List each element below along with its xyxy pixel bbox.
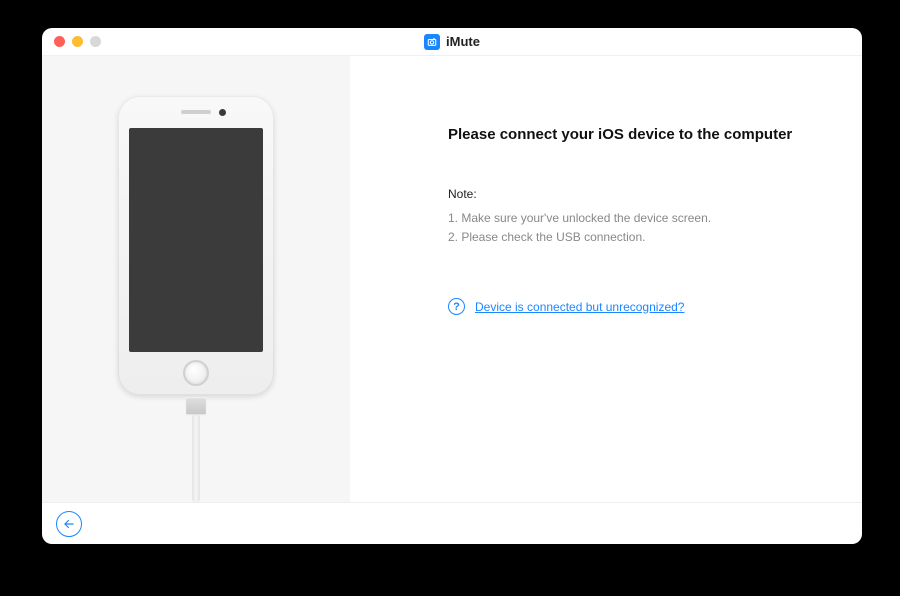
app-window: iMute Please connect your iOS device to … <box>42 28 862 544</box>
minimize-window-button[interactable] <box>72 36 83 47</box>
title-center: iMute <box>42 34 862 50</box>
device-illustration-panel <box>42 56 350 502</box>
phone-speaker-icon <box>181 110 211 114</box>
help-row: ? Device is connected but unrecognized? <box>448 298 822 315</box>
note-item-2: 2. Please check the USB connection. <box>448 228 822 247</box>
phone-camera-icon <box>219 109 226 116</box>
note-label: Note: <box>448 187 822 201</box>
arrow-left-icon <box>62 517 76 531</box>
device-unrecognized-link[interactable]: Device is connected but unrecognized? <box>475 300 684 314</box>
instructions-panel: Please connect your iOS device to the co… <box>350 56 862 502</box>
maximize-window-button[interactable] <box>90 36 101 47</box>
connect-heading: Please connect your iOS device to the co… <box>448 126 822 143</box>
content-area: Please connect your iOS device to the co… <box>42 56 862 502</box>
footer-bar <box>42 502 862 544</box>
phone-screen <box>129 128 263 352</box>
window-controls <box>42 36 101 47</box>
cable-connector-icon <box>186 397 206 415</box>
usb-cable-icon <box>192 414 200 502</box>
app-title: iMute <box>446 34 480 49</box>
close-window-button[interactable] <box>54 36 65 47</box>
note-item-1: 1. Make sure your've unlocked the device… <box>448 209 822 228</box>
back-button[interactable] <box>56 511 82 537</box>
phone-top <box>118 96 274 128</box>
phone-home-button-icon <box>183 360 209 386</box>
titlebar: iMute <box>42 28 862 56</box>
phone-illustration <box>118 96 274 395</box>
help-icon: ? <box>448 298 465 315</box>
app-icon <box>424 34 440 50</box>
